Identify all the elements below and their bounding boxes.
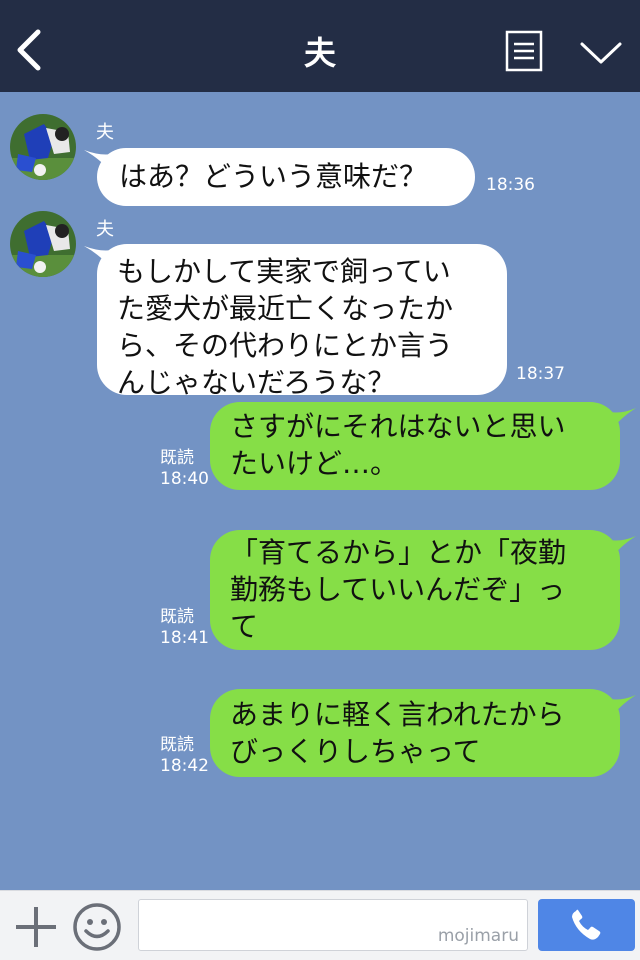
smiley-icon <box>73 903 121 951</box>
notes-icon <box>505 30 543 72</box>
plus-icon <box>16 907 56 947</box>
message-bubble[interactable]: もしかして実家で飼ってい た愛犬が最近亡くなったか ら、その代わりにとか言う ん… <box>97 244 507 399</box>
chat-header: 夫 <box>0 0 640 92</box>
message-time: 18:41 <box>160 628 209 648</box>
input-bar: mojimaru <box>0 890 640 960</box>
call-button[interactable] <box>538 899 635 951</box>
message-bubble[interactable]: さすがにそれはないと思い たいけど…。 <box>210 402 620 490</box>
message-time: 18:42 <box>160 756 209 776</box>
read-label: 既読 <box>160 735 194 755</box>
sender-name: 夫 <box>96 122 114 143</box>
message-bubble[interactable]: あまりに軽く言われたから びっくりしちゃって <box>210 689 620 777</box>
chat-title: 夫 <box>303 34 336 72</box>
chevron-down-icon <box>580 42 622 64</box>
phone-icon <box>572 909 601 940</box>
avatar[interactable] <box>10 114 76 180</box>
plus-button[interactable] <box>14 905 58 949</box>
emoji-button[interactable] <box>72 902 122 952</box>
read-receipt: 既読 18:40 <box>160 448 209 490</box>
read-label: 既読 <box>160 607 194 627</box>
message-time: 18:36 <box>486 175 535 195</box>
message-bubble[interactable]: はあ？どういう意味だ？ <box>97 148 475 206</box>
watermark-text: mojimaru <box>437 926 519 946</box>
notes-button[interactable] <box>505 30 543 72</box>
read-receipt: 既読 18:41 <box>160 607 209 649</box>
bubble-tail <box>610 536 636 560</box>
message-bubble[interactable]: 「育てるから」とか「夜勤 勤務もしていいんだぞ」っ て <box>210 530 620 650</box>
avatar[interactable] <box>10 211 76 277</box>
message-input[interactable]: mojimaru <box>138 899 528 951</box>
menu-button[interactable] <box>578 38 624 68</box>
read-label: 既読 <box>160 448 194 468</box>
message-time: 18:37 <box>516 364 565 384</box>
read-receipt: 既読 18:42 <box>160 735 209 777</box>
message-time: 18:40 <box>160 469 209 489</box>
bubble-tail <box>610 695 636 719</box>
chat-area[interactable]: 夫 はあ？どういう意味だ？ 18:36 夫 もしかして実家で飼ってい た愛犬が最… <box>0 92 640 890</box>
sender-name: 夫 <box>96 219 114 240</box>
bubble-tail <box>610 408 636 432</box>
